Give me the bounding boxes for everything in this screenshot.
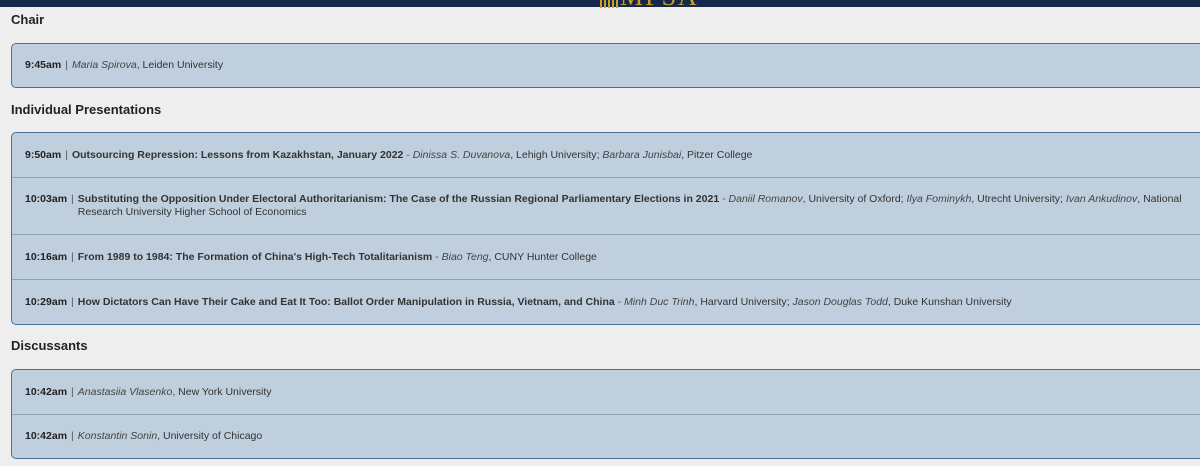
- session-row: 10:16am | From 1989 to 1984: The Formation…: [12, 234, 1200, 279]
- session-content: Anastasiia Vlasenko, New York University: [78, 386, 272, 399]
- paper-title: From 1989 to 1984: The Formation of Chin…: [77, 250, 433, 263]
- person-name: Daniil Romanov: [728, 193, 803, 205]
- session-content: Konstantin Sonin, University of Chicago: [78, 430, 262, 443]
- person-affiliation: , CUNY Hunter College: [488, 250, 597, 263]
- session-time: 10:29am: [25, 295, 68, 308]
- title-dash: -: [614, 295, 625, 308]
- session-content: Outsourcing Repression: Lessons from Kaz…: [72, 149, 752, 162]
- person-affiliation: , Harvard University: [694, 295, 787, 308]
- session-row: 10:42am | Konstantin Sonin, University of …: [12, 414, 1200, 458]
- session-time: 9:50am: [25, 148, 62, 161]
- time-separator: |: [65, 148, 68, 161]
- session-row: 9:50am | Outsourcing Repression: Lessons f…: [12, 133, 1200, 177]
- mpsa-logo: MPSA: [600, 0, 720, 8]
- session-content: How Dictators Can Have Their Cake and Ea…: [78, 296, 1012, 309]
- person-name: Maria Spirova: [71, 59, 137, 71]
- title-dash: -: [432, 250, 442, 263]
- session-time: 10:16am: [25, 250, 68, 263]
- session-time: 10:42am: [25, 430, 68, 442]
- logo-rays-icon: [600, 0, 620, 8]
- paper-title: How Dictators Can Have Their Cake and Ea…: [77, 295, 615, 308]
- time-separator: |: [71, 385, 74, 398]
- session-time: 10:42am: [25, 385, 68, 398]
- time-separator: |: [71, 193, 74, 205]
- person-name: Konstantin Sonin: [77, 430, 158, 442]
- session-content: Maria Spirova, Leiden University: [72, 59, 223, 72]
- person-affiliation: , Utrecht University: [971, 193, 1060, 205]
- session-row: 10:03am | Substituting the Opposition Unde…: [12, 177, 1200, 234]
- paper-title: Substituting the Opposition Under Electo…: [77, 193, 720, 205]
- person-name: Minh Duc Trinh: [624, 295, 695, 308]
- presentations-list: 9:50am | Outsourcing Repression: Lessons f…: [11, 132, 1200, 325]
- time-separator: |: [71, 250, 74, 263]
- section-heading-discussants: Discussants: [11, 338, 88, 353]
- person-name: Ivan Ankudinov: [1065, 193, 1138, 205]
- session-row-inner: 10:29am | How Dictators Can Have Their Cak…: [25, 296, 1012, 309]
- person-affiliation: , University of Oxford: [802, 193, 901, 205]
- person-name: Ilya Fominykh: [906, 193, 972, 205]
- person-name: Barbara Junisbai: [602, 148, 682, 161]
- discussants-list: 10:42am | Anastasiia Vlasenko, New York Un…: [11, 369, 1200, 459]
- person-affiliation: , Lehigh University: [510, 148, 597, 161]
- session-row-inner: 9:45am | Maria Spirova, Leiden University: [25, 59, 223, 72]
- person-name: Dinissa S. Duvanova: [412, 148, 511, 161]
- person-affiliation: , New York University: [172, 385, 272, 398]
- session-row: 10:29am | How Dictators Can Have Their Cak…: [12, 279, 1200, 324]
- paper-title: Outsourcing Repression: Lessons from Kaz…: [71, 148, 404, 161]
- session-row: 10:42am | Anastasiia Vlasenko, New York Un…: [12, 370, 1200, 414]
- session-row-inner: 10:42am | Anastasiia Vlasenko, New York Un…: [25, 386, 272, 399]
- person-affiliation: , Leiden University: [136, 59, 224, 71]
- person-name: Anastasiia Vlasenko: [77, 385, 173, 398]
- person-name: Jason Douglas Todd: [792, 295, 888, 308]
- chair-list: 9:45am | Maria Spirova, Leiden University: [11, 43, 1200, 88]
- title-dash: -: [403, 148, 413, 161]
- time-separator: |: [71, 430, 74, 442]
- session-row-inner: 9:50am | Outsourcing Repression: Lessons f…: [25, 149, 752, 162]
- section-heading-chair: Chair: [11, 12, 45, 27]
- person-affiliation: , University of Chicago: [157, 430, 263, 442]
- session-row-inner: 10:03am | Substituting the Opposition Unde…: [25, 193, 1200, 219]
- person-affiliation: , Pitzer College: [681, 148, 753, 161]
- session-time: 10:03am: [25, 193, 68, 205]
- session-content: Substituting the Opposition Under Electo…: [78, 193, 1200, 219]
- session-row-inner: 10:16am | From 1989 to 1984: The Formation…: [25, 251, 597, 264]
- session-row: 9:45am | Maria Spirova, Leiden University: [12, 44, 1200, 87]
- person-name: Biao Teng: [441, 250, 489, 263]
- session-time: 9:45am: [25, 59, 62, 71]
- title-dash: -: [719, 193, 729, 205]
- time-separator: |: [71, 295, 74, 308]
- session-content: From 1989 to 1984: The Formation of Chin…: [78, 251, 597, 264]
- logo-text: MPSA: [620, 0, 699, 8]
- time-separator: |: [65, 59, 68, 71]
- session-row-inner: 10:42am | Konstantin Sonin, University of …: [25, 430, 262, 443]
- section-heading-presentations: Individual Presentations: [11, 102, 162, 117]
- person-affiliation: , Duke Kunshan University: [887, 295, 1012, 308]
